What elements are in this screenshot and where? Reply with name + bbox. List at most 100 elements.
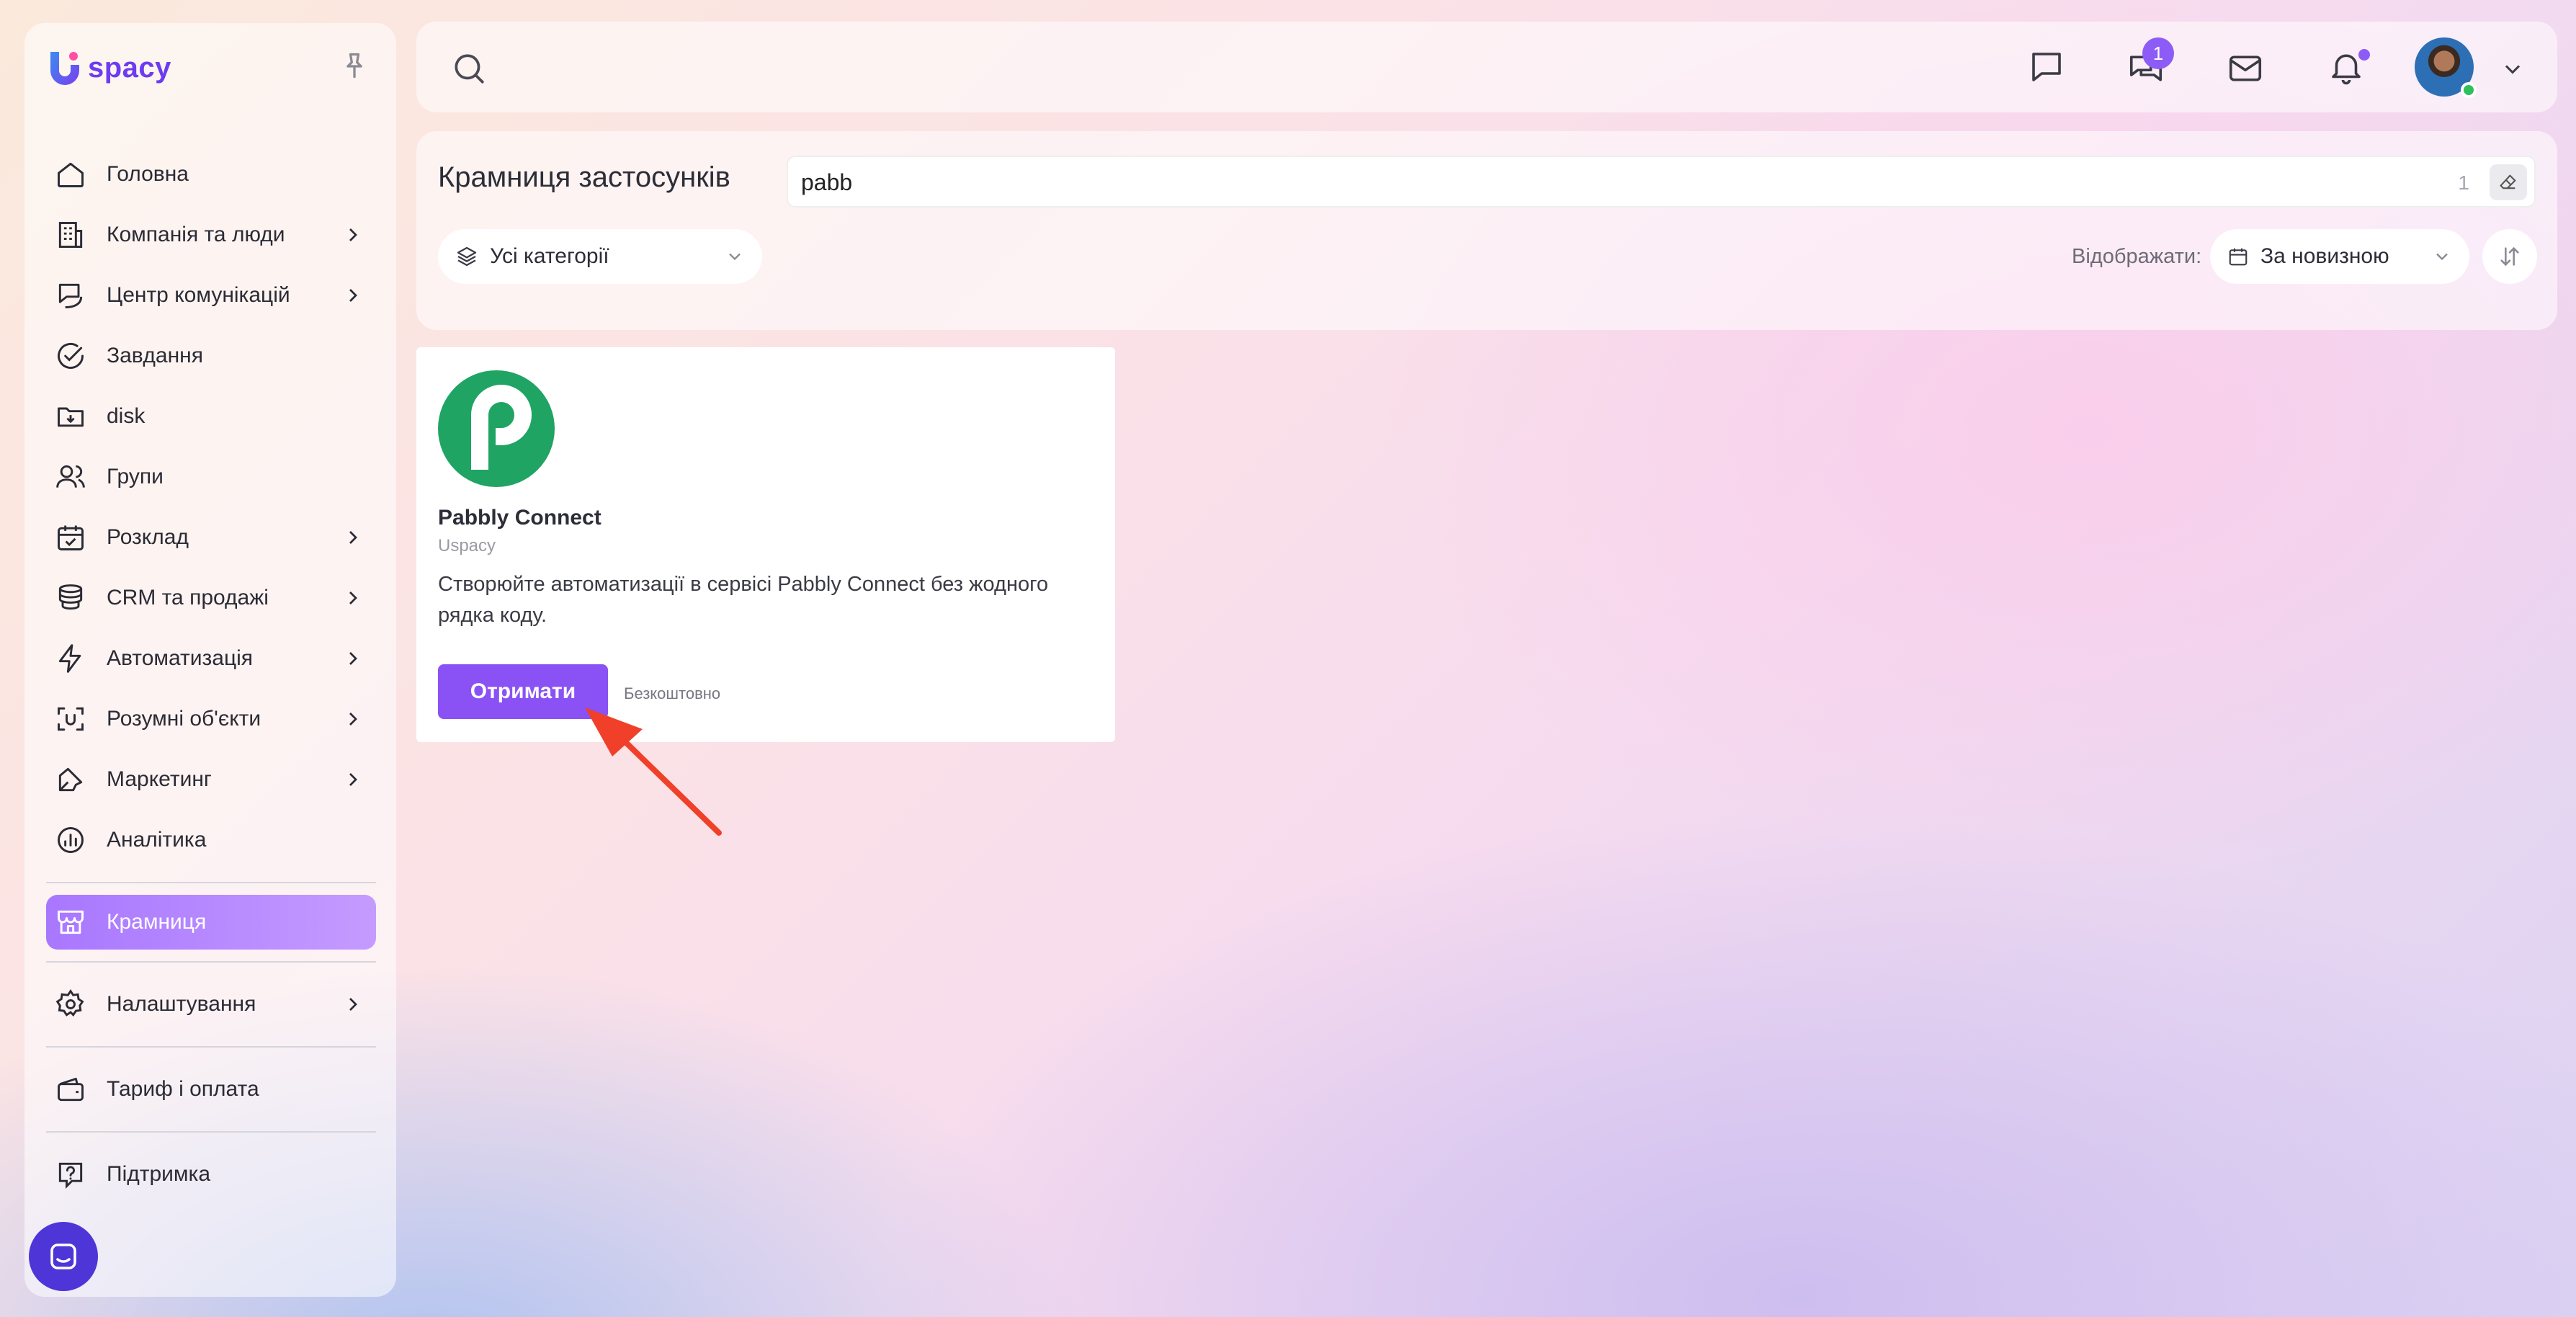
store-header: Крамниця застосунків 1 Усі категорії Від… bbox=[416, 131, 2557, 330]
sidebar-item-label: Тариф і оплата bbox=[107, 1077, 259, 1101]
sidebar-item-label: Завдання bbox=[107, 344, 203, 367]
chevron-right-icon bbox=[349, 228, 357, 241]
sidebar-item-billing[interactable]: Тариф і оплата bbox=[46, 1059, 376, 1120]
app-card[interactable]: Pabbly Connect Uspacy Створюйте автомати… bbox=[416, 347, 1115, 742]
sidebar-item-label: CRM та продажі bbox=[107, 586, 269, 610]
lightning-icon bbox=[58, 644, 81, 673]
sidebar-item-store[interactable]: Крамниця bbox=[46, 895, 376, 950]
sidebar-item-label: Розумні об'єкти bbox=[107, 707, 261, 731]
chevron-right-icon bbox=[349, 713, 357, 726]
marketing-icon bbox=[58, 767, 83, 792]
pin-icon bbox=[346, 53, 362, 79]
sidebar-nav: Головна Компанія та люди Центр комунікац… bbox=[46, 144, 376, 1205]
user-menu-toggle[interactable] bbox=[2500, 56, 2526, 82]
chevron-down-icon bbox=[2436, 253, 2448, 261]
annotation-arrow-icon bbox=[585, 707, 722, 836]
sidebar-item-label: Компанія та люди bbox=[107, 223, 285, 246]
search-result-count: 1 bbox=[2458, 171, 2469, 194]
chevron-right-icon bbox=[349, 531, 357, 544]
eraser-icon bbox=[2500, 174, 2516, 189]
sidebar-item-smart-objects[interactable]: Розумні об'єкти bbox=[46, 689, 376, 749]
sidebar-item-label: disk bbox=[107, 404, 146, 428]
store-icon bbox=[58, 910, 84, 934]
divider bbox=[46, 961, 376, 963]
messages-button[interactable] bbox=[2027, 48, 2066, 86]
sidebar-item-communications[interactable]: Центр комунікацій bbox=[46, 265, 376, 326]
folder-download-icon bbox=[58, 407, 84, 427]
gear-icon bbox=[55, 989, 84, 1017]
sidebar-item-label: Аналітика bbox=[107, 828, 207, 852]
sidebar-item-analytics[interactable]: Аналітика bbox=[46, 810, 376, 870]
scan-face-icon bbox=[58, 707, 84, 731]
chat-route-icon bbox=[58, 283, 83, 308]
chevron-down-icon bbox=[2505, 65, 2521, 74]
live-chat-button[interactable] bbox=[29, 1222, 98, 1291]
sidebar-item-label: Налаштування bbox=[107, 992, 256, 1016]
calendar-icon bbox=[2229, 248, 2248, 266]
sidebar-item-automation[interactable]: Автоматизація bbox=[46, 628, 376, 689]
sidebar-item-crm[interactable]: CRM та продажі bbox=[46, 568, 376, 628]
chevron-right-icon bbox=[349, 652, 357, 665]
search-icon bbox=[455, 54, 484, 84]
sidebar-item-label: Автоматизація bbox=[107, 646, 254, 670]
category-select[interactable]: Усі категорії bbox=[438, 229, 762, 284]
sidebar-item-schedule[interactable]: Розклад bbox=[46, 507, 376, 568]
home-icon bbox=[58, 162, 84, 187]
online-status-indicator bbox=[2461, 82, 2477, 98]
calendar-check-icon bbox=[58, 525, 84, 550]
sort-select[interactable]: За новизною bbox=[2210, 229, 2469, 284]
chevron-right-icon bbox=[349, 773, 357, 786]
sidebar-item-label: Розклад bbox=[107, 525, 189, 549]
chevron-right-icon bbox=[349, 591, 357, 604]
sort-direction-button[interactable] bbox=[2482, 229, 2537, 284]
page-title: Крамниця застосунків bbox=[438, 161, 730, 193]
mail-icon bbox=[2229, 55, 2262, 81]
sort-select-value: За новизною bbox=[2260, 244, 2389, 268]
sidebar-item-settings[interactable]: Налаштування bbox=[46, 974, 376, 1035]
chevron-right-icon bbox=[349, 998, 357, 1011]
divider bbox=[46, 882, 376, 883]
check-circle-icon bbox=[58, 343, 84, 369]
sidebar-item-groups[interactable]: Групи bbox=[46, 447, 376, 507]
uspacy-logo[interactable]: spacy bbox=[45, 48, 171, 88]
sort-label: Відображати: bbox=[2072, 245, 2202, 268]
app-vendor: Uspacy bbox=[438, 536, 496, 555]
sidebar-item-label: Підтримка bbox=[107, 1162, 211, 1186]
chats-unread-badge: 1 bbox=[2142, 37, 2174, 69]
sidebar-item-label: Групи bbox=[107, 465, 164, 488]
mail-button[interactable] bbox=[2226, 49, 2265, 88]
app-description: Створюйте автоматизації в сервісі Pabbly… bbox=[438, 573, 1049, 627]
message-square-icon bbox=[2032, 53, 2061, 81]
sort-descending-icon bbox=[2500, 246, 2519, 267]
chevron-right-icon bbox=[349, 289, 357, 302]
sidebar-item-tasks[interactable]: Завдання bbox=[46, 326, 376, 386]
clear-search-button[interactable] bbox=[2490, 164, 2527, 200]
divider bbox=[46, 1046, 376, 1048]
sidebar-item-label: Крамниця bbox=[107, 910, 207, 934]
sidebar-item-disk[interactable]: disk bbox=[46, 386, 376, 447]
global-search-button[interactable] bbox=[451, 50, 487, 86]
store-search-box: 1 bbox=[787, 156, 2536, 207]
help-icon bbox=[58, 1162, 83, 1189]
category-select-value: Усі категорії bbox=[490, 244, 609, 268]
wallet-icon bbox=[58, 1077, 84, 1102]
users-icon bbox=[56, 465, 85, 488]
chart-circle-icon bbox=[58, 827, 84, 853]
chevron-down-icon bbox=[729, 253, 741, 261]
sidebar-item-support[interactable]: Підтримка bbox=[46, 1144, 376, 1205]
sidebar-item-company[interactable]: Компанія та люди bbox=[46, 205, 376, 265]
pabbly-logo-icon bbox=[438, 370, 555, 487]
app-name: Pabbly Connect bbox=[438, 506, 601, 530]
sidebar-item-marketing[interactable]: Маркетинг bbox=[46, 749, 376, 810]
top-bar: 1 bbox=[416, 22, 2557, 112]
store-search-input[interactable] bbox=[801, 166, 2386, 199]
pin-sidebar-button[interactable] bbox=[339, 50, 370, 82]
messenger-icon bbox=[50, 1244, 76, 1269]
coins-icon bbox=[58, 584, 83, 610]
brand-name: spacy bbox=[88, 51, 171, 84]
uspacy-logo-mark-icon bbox=[50, 52, 79, 85]
notification-dot bbox=[2358, 49, 2370, 61]
sidebar: spacy Головна Компанія та люди Центр ком… bbox=[24, 23, 396, 1297]
sidebar-item-home[interactable]: Головна bbox=[46, 144, 376, 205]
sidebar-item-label: Центр комунікацій bbox=[107, 283, 290, 307]
